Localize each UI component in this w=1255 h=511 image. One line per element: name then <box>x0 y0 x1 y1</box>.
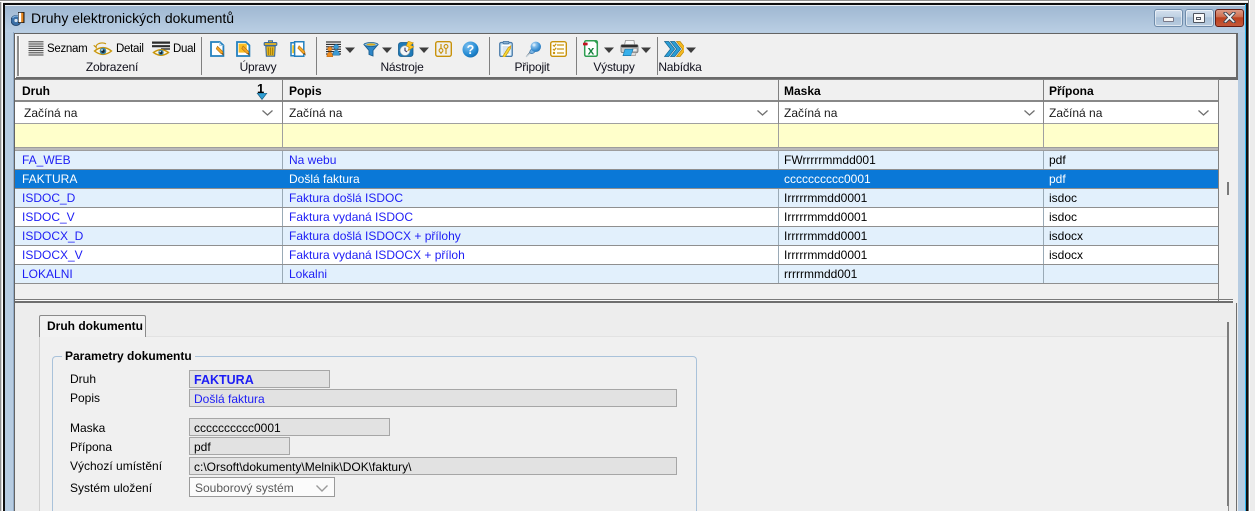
svg-text:?: ? <box>467 43 475 57</box>
svg-text:x: x <box>588 44 595 58</box>
